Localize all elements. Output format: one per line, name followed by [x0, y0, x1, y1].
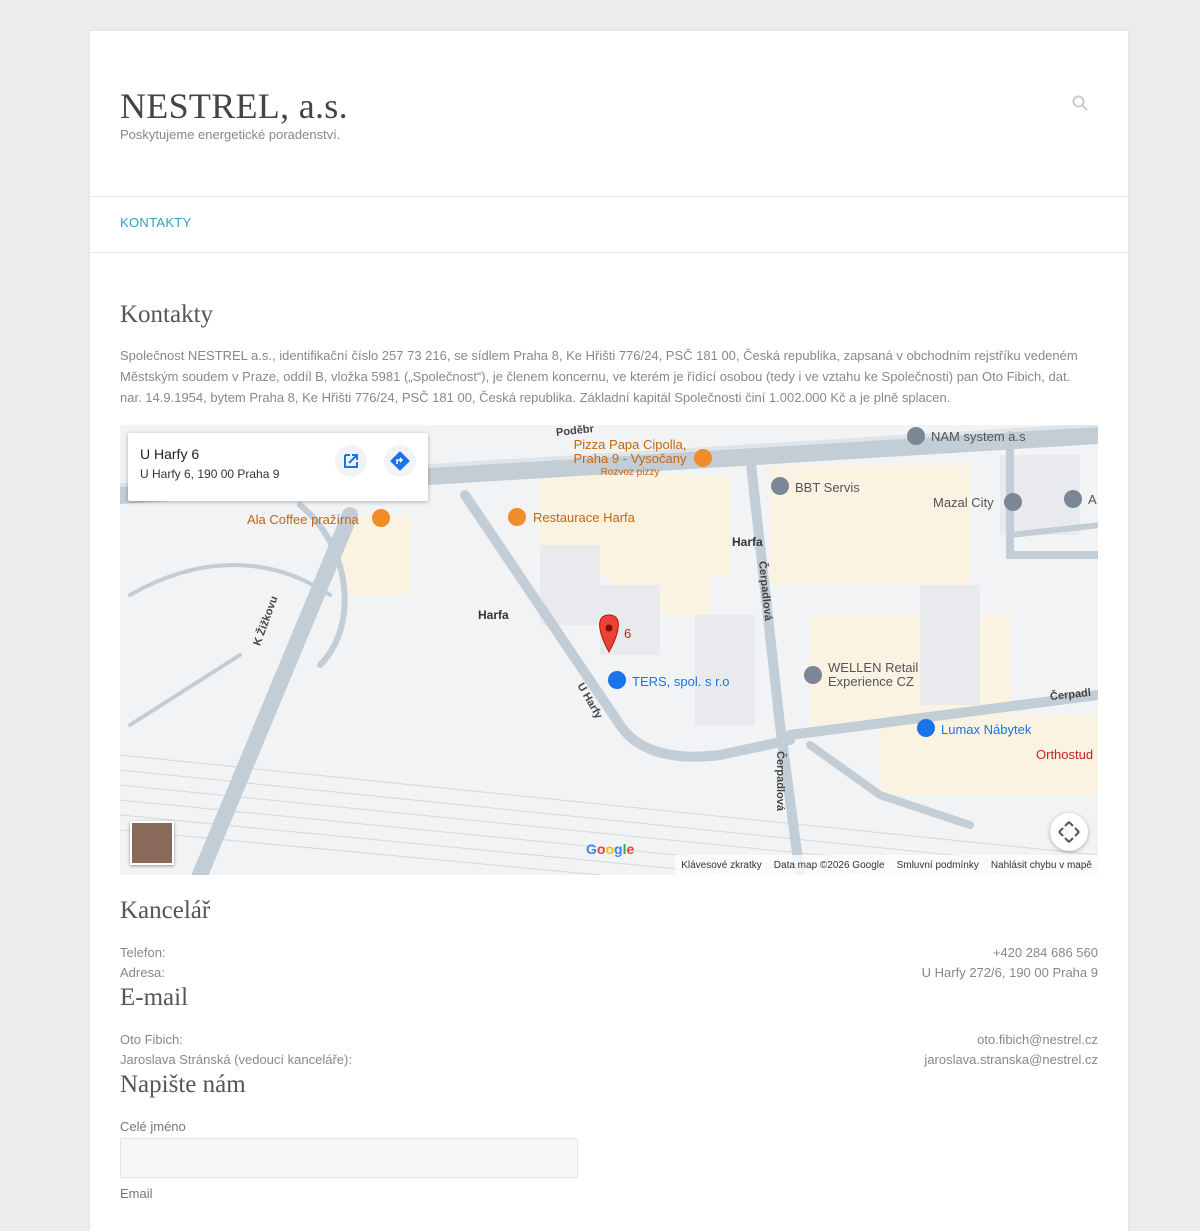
email-row-stranska: Jaroslava Stránská (vedoucí kanceláře): … — [120, 1052, 1098, 1072]
email-heading: E-mail — [120, 984, 189, 1011]
directions-button[interactable] — [384, 445, 416, 477]
email-key: Oto Fibich: — [120, 1032, 183, 1047]
main-nav: KONTAKTY — [90, 197, 1128, 253]
info-value: +420 284 686 560 — [992, 945, 1098, 960]
transit-harfa-2[interactable]: Harfa — [478, 608, 509, 622]
company-info: Společnost NESTREL a.s., identifikační č… — [120, 348, 1078, 405]
poi-pizza-name: Pizza Papa Cipolla, Praha 9 - Vysočany — [573, 437, 687, 466]
kancelar-section: Kancelář Telefon: +420 284 686 560 Adres… — [120, 897, 1098, 985]
external-link-icon — [344, 454, 358, 468]
page-container: NESTREL, a.s. Poskytujeme energetické po… — [89, 30, 1129, 1231]
transit-harfa-1[interactable]: Harfa — [732, 535, 763, 549]
poi-coffee[interactable]: Ala Coffee pražírna — [247, 512, 359, 527]
site-tagline: Poskytujeme energetické poradenství. — [120, 127, 341, 142]
poi-ters[interactable]: TERS, spol. s r.o — [632, 674, 730, 689]
keyboard-shortcuts-link[interactable]: Klávesové zkratky — [681, 860, 762, 871]
map-footer: Klávesové zkratky Data map ©2026 Google … — [675, 855, 1098, 875]
poi-lumax[interactable]: Lumax Nábytek — [941, 722, 1031, 737]
site-title[interactable]: NESTREL, a.s. — [120, 85, 348, 127]
map-fullscreen-button[interactable] — [1050, 813, 1088, 851]
street-view-thumbnail[interactable] — [130, 821, 174, 865]
map-data-attribution: Data map ©2026 Google — [773, 859, 885, 871]
info-key: Adresa: — [120, 965, 165, 980]
poi-restaurace[interactable]: Restaurace Harfa — [533, 510, 635, 525]
poi-nam[interactable]: NAM system a.s — [931, 429, 1026, 444]
poi-a[interactable]: A — [1088, 492, 1097, 507]
open-in-maps-button[interactable] — [335, 445, 367, 477]
poi-pizza-subtitle: Rozvoz pizzy — [600, 467, 660, 478]
name-input[interactable] — [120, 1138, 578, 1178]
site-header: NESTREL, a.s. Poskytujeme energetické po… — [90, 31, 1128, 197]
content: Kontakty Společnost NESTREL a.s., identi… — [120, 301, 1098, 1201]
name-label: Celé jméno — [120, 1119, 186, 1134]
report-error-link[interactable]: Nahlásit chybu v mapě — [991, 860, 1092, 871]
poi-bbt[interactable]: BBT Servis — [795, 480, 860, 495]
email-value[interactable]: oto.fibich@nestrel.cz — [977, 1032, 1098, 1047]
email-row-fibich: Oto Fibich: oto.fibich@nestrel.cz — [120, 1032, 1098, 1052]
poi-orthostud[interactable]: Orthostud — [1036, 747, 1093, 762]
info-value: U Harfy 272/6, 190 00 Praha 9 — [921, 965, 1098, 980]
search-icon[interactable] — [1072, 95, 1088, 111]
email-key: Jaroslava Stránská (vedoucí kanceláře): — [120, 1052, 352, 1067]
email-value[interactable]: jaroslava.stranska@nestrel.cz — [924, 1052, 1098, 1067]
info-row-telefon: Telefon: +420 284 686 560 — [120, 945, 1098, 965]
map-place-card: U Harfy 6 U Harfy 6, 190 00 Praha 9 — [128, 433, 428, 501]
kontakty-heading: Kontakty — [120, 301, 214, 328]
poi-pizza[interactable]: Pizza Papa Cipolla, Praha 9 - Vysočany R… — [570, 438, 690, 480]
marker-label: 6 — [624, 626, 632, 641]
expand-icon — [1058, 821, 1080, 843]
contact-form: Napište nám Celé jméno Email — [120, 1071, 1098, 1201]
poi-wellen[interactable]: WELLEN Retail Experience CZ — [828, 661, 938, 689]
email-label: Email — [120, 1186, 153, 1201]
info-key: Telefon: — [120, 945, 166, 960]
poi-mazal[interactable]: Mazal City — [933, 495, 994, 510]
street-cerpadlova-2: Čerpadlová — [773, 751, 786, 811]
directions-icon — [390, 451, 410, 471]
info-row-adresa: Adresa: U Harfy 272/6, 190 00 Praha 9 — [120, 965, 1098, 985]
nav-item-kontakty[interactable]: KONTAKTY — [120, 215, 192, 230]
google-logo: Google — [586, 841, 635, 857]
map-card-address: U Harfy 6, 190 00 Praha 9 — [140, 467, 280, 481]
map-card-title: U Harfy 6 — [140, 446, 200, 462]
kancelar-heading: Kancelář — [120, 897, 211, 924]
email-section: E-mail Oto Fibich: oto.fibich@nestrel.cz… — [120, 984, 1098, 1072]
terms-link[interactable]: Smluvní podmínky — [897, 860, 979, 871]
google-map[interactable]: U Harfy 6 U Harfy 6, 190 00 Praha 9 Pizz… — [120, 425, 1098, 875]
form-heading: Napište nám — [120, 1071, 246, 1098]
